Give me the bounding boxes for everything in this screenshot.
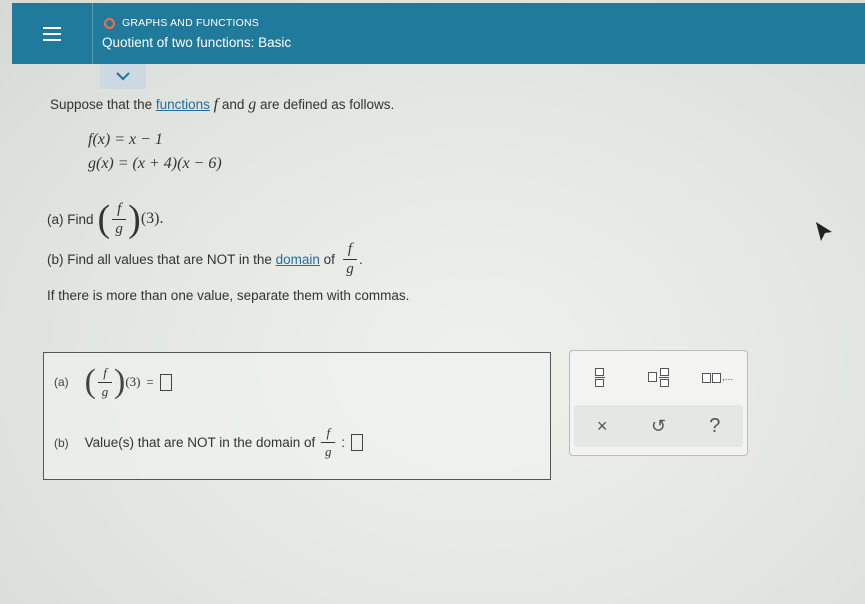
equation-f: f(x) = x − 1 — [88, 131, 163, 148]
menu-icon — [43, 23, 61, 45]
answer-part-b: (b) Value(s) that are NOT in the domain … — [54, 425, 364, 460]
mixed-number-button[interactable] — [635, 360, 683, 394]
clear-button[interactable]: × — [578, 409, 626, 443]
functions-link[interactable]: functions — [156, 97, 210, 112]
chevron-down-icon — [116, 72, 130, 81]
equation-g: g(x) = (x + 4)(x − 6) — [88, 155, 222, 172]
topic-category: GRAPHS AND FUNCTIONS — [104, 17, 259, 29]
category-label: GRAPHS AND FUNCTIONS — [122, 17, 260, 29]
part-a-question: (a) Find ( fg ) (3). — [47, 198, 164, 240]
problem-intro: Suppose that the functions f and g are d… — [50, 96, 395, 113]
fraction-button[interactable] — [576, 360, 624, 394]
list-icon: ,... — [701, 372, 733, 383]
mouse-cursor-icon — [816, 222, 832, 241]
mixed-number-icon — [648, 367, 669, 387]
clear-icon: × — [596, 415, 608, 436]
domain-link[interactable]: domain — [276, 252, 320, 267]
math-toolbar: ,... × ↺ ? — [569, 350, 748, 456]
fraction-f-over-g: fg — [112, 201, 127, 238]
progress-dot-icon — [104, 17, 115, 29]
top-header: GRAPHS AND FUNCTIONS Quotient of two fun… — [12, 3, 865, 64]
hint-text: If there is more than one value, separat… — [47, 288, 410, 303]
list-button[interactable]: ,... — [694, 360, 742, 394]
answer-a-input[interactable] — [159, 373, 172, 391]
menu-button[interactable] — [12, 3, 93, 64]
fraction-icon — [594, 367, 605, 387]
undo-icon: ↺ — [650, 415, 667, 436]
answer-part-a: (a) ( fg ) (3) = — [54, 363, 172, 401]
help-button[interactable]: ? — [691, 409, 739, 443]
answer-b-input[interactable] — [351, 434, 364, 451]
help-icon: ? — [709, 414, 721, 437]
undo-button[interactable]: ↺ — [634, 409, 682, 443]
part-b-question: (b) Find all values that are NOT in the … — [47, 241, 363, 277]
expand-toggle[interactable] — [100, 64, 146, 89]
answer-box: (a) ( fg ) (3) = (b) Value(s) that are N… — [43, 352, 551, 480]
page-title: Quotient of two functions: Basic — [102, 35, 292, 50]
